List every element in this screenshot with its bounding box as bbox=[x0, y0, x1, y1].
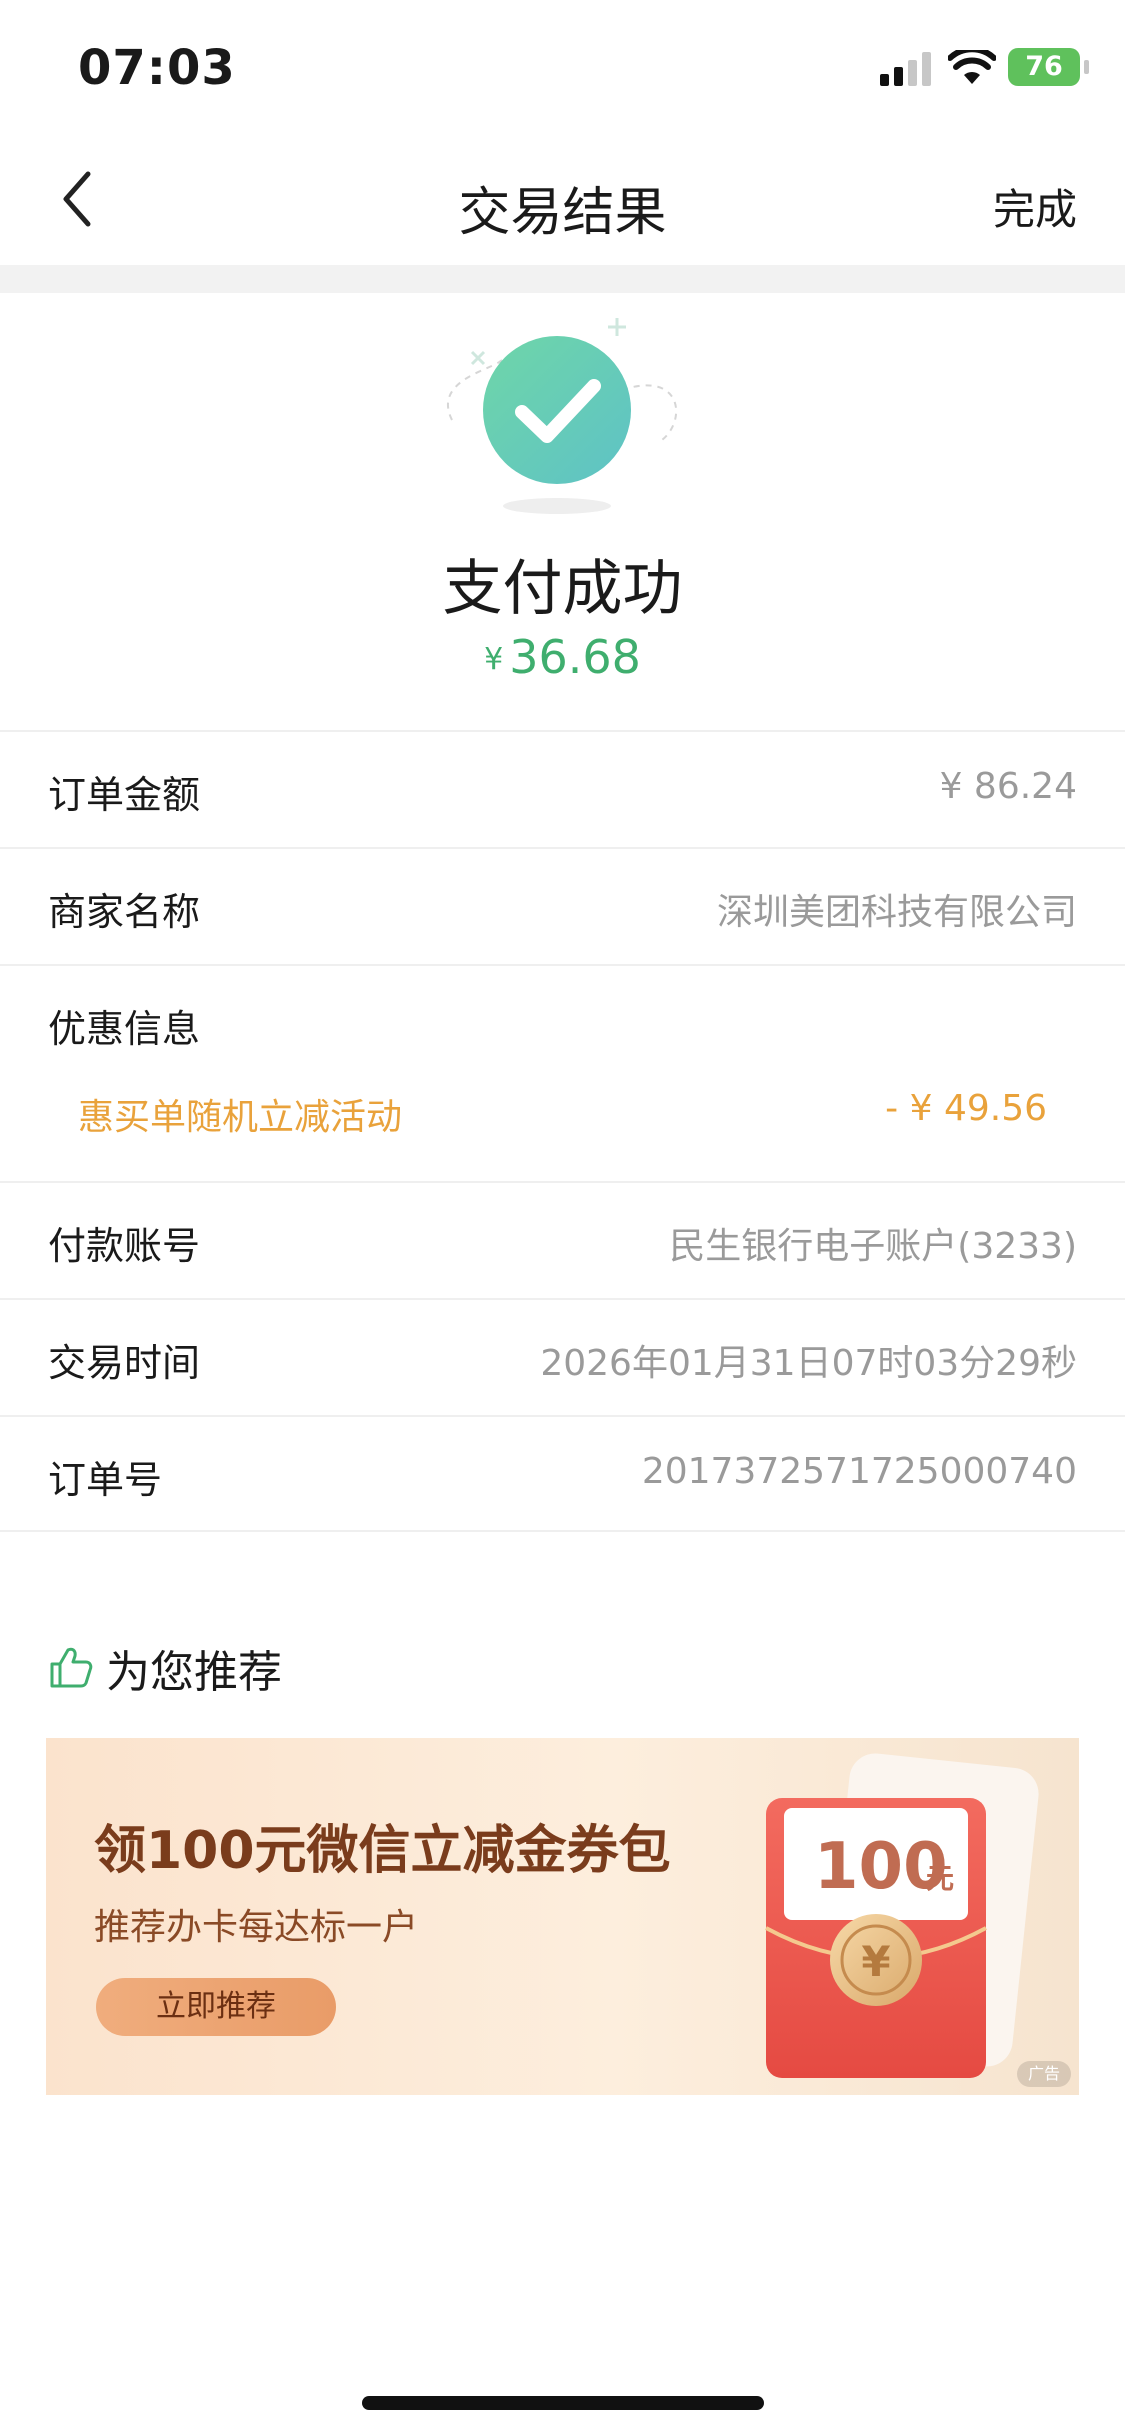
thumbs-up-icon bbox=[50, 1647, 93, 1688]
red-envelope-illustration: 100 元 ¥ bbox=[765, 1753, 1039, 2078]
ad-subtitle: 推荐办卡每达标一户 bbox=[94, 1907, 419, 1948]
promo-name: 惠买单随机立减活动 bbox=[78, 1097, 403, 1138]
page-title: 交易结果 bbox=[458, 183, 667, 243]
battery-cap bbox=[1084, 60, 1089, 74]
detail-value: 民生银行电子账户(3233) bbox=[669, 1226, 1077, 1267]
promo-amount: - ¥ 49.56 bbox=[885, 1088, 1047, 1129]
amount-value: 36.68 bbox=[509, 630, 641, 684]
battery-indicator: 76 bbox=[1008, 48, 1080, 86]
detail-row-discount: 优惠信息 惠买单随机立减活动 - ¥ 49.56 bbox=[0, 964, 1125, 1181]
detail-label: 订单号 bbox=[48, 1458, 163, 1502]
detail-value: ¥ 86.24 bbox=[939, 766, 1077, 807]
detail-row-account: 付款账号 民生银行电子账户(3233) bbox=[0, 1181, 1125, 1298]
done-button[interactable]: 完成 bbox=[993, 176, 1077, 237]
ad-banner[interactable]: 领100元微信立减金券包 推荐办卡每达标一户 立即推荐 100 元 ¥ 广告 bbox=[46, 1738, 1079, 2095]
status-bar: 07:03 76 bbox=[0, 0, 1125, 140]
detail-value: 深圳美团科技有限公司 bbox=[716, 892, 1077, 933]
currency-symbol: ¥ bbox=[484, 642, 504, 677]
checkmark-icon bbox=[483, 336, 631, 484]
home-indicator[interactable] bbox=[362, 2396, 764, 2410]
detail-value: 2026年01月31日07时03分29秒 bbox=[540, 1343, 1077, 1384]
detail-label: 优惠信息 bbox=[48, 1007, 201, 1051]
detail-row-time: 交易时间 2026年01月31日07时03分29秒 bbox=[0, 1298, 1125, 1415]
coupon-unit: 元 bbox=[926, 1862, 954, 1895]
detail-label: 商家名称 bbox=[48, 890, 201, 934]
wifi-icon bbox=[948, 50, 996, 84]
signal-icon bbox=[880, 52, 931, 86]
nav-bar: 交易结果 完成 bbox=[0, 140, 1125, 265]
detail-label: 订单金额 bbox=[48, 773, 201, 817]
detail-row-order-amount: 订单金额 ¥ 86.24 bbox=[0, 730, 1125, 847]
detail-value: 2017372571725000740 bbox=[641, 1451, 1077, 1492]
battery-level: 76 bbox=[1025, 51, 1063, 82]
detail-row-order-no: 订单号 2017372571725000740 bbox=[0, 1415, 1125, 1532]
section-divider bbox=[0, 265, 1125, 293]
ad-badge: 广告 bbox=[1017, 2061, 1071, 2087]
success-illustration bbox=[447, 318, 678, 514]
paid-amount: ¥36.68 bbox=[0, 630, 1125, 684]
payment-status-title: 支付成功 bbox=[442, 554, 683, 624]
detail-row-merchant: 商家名称 深圳美团科技有限公司 bbox=[0, 847, 1125, 964]
detail-label: 交易时间 bbox=[48, 1341, 201, 1385]
recommend-title: 为您推荐 bbox=[106, 1647, 282, 1698]
ad-title: 领100元微信立减金券包 bbox=[94, 1821, 671, 1881]
recommend-now-button[interactable]: 立即推荐 bbox=[96, 1978, 336, 2036]
transaction-details: 订单金额 ¥ 86.24 商家名称 深圳美团科技有限公司 优惠信息 惠买单随机立… bbox=[0, 730, 1125, 1532]
status-time: 07:03 bbox=[78, 40, 236, 96]
coin-symbol: ¥ bbox=[861, 1937, 890, 1986]
detail-label: 付款账号 bbox=[48, 1224, 201, 1268]
